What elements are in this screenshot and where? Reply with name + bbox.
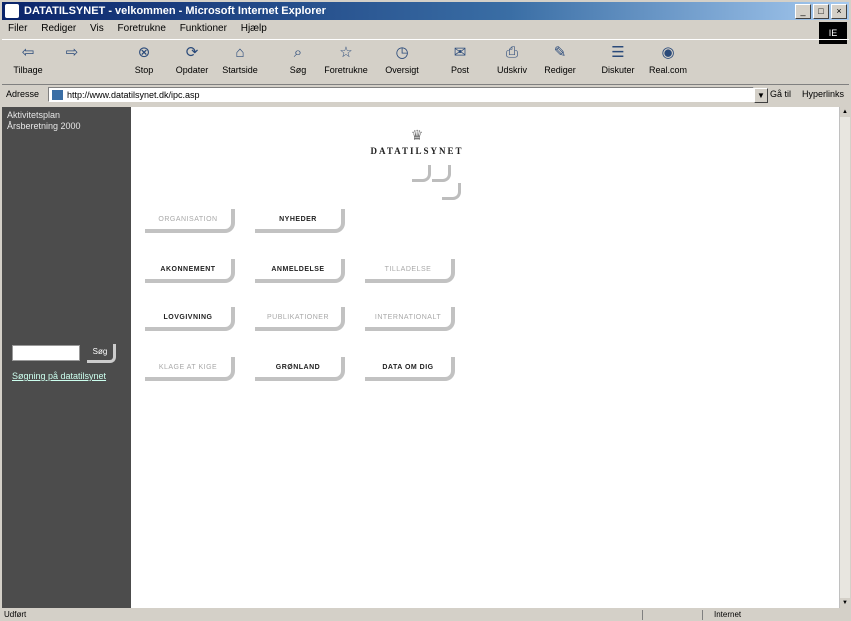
- ie-icon: [5, 4, 19, 18]
- nav-lovgivning[interactable]: LOVGIVNING: [145, 307, 235, 331]
- menu-help[interactable]: Hjælp: [235, 21, 272, 34]
- search-submit-button[interactable]: Søg: [87, 344, 116, 363]
- address-input[interactable]: http://www.datatilsynet.dk/ipc.asp: [48, 87, 754, 102]
- scroll-down-icon[interactable]: ▼: [840, 598, 850, 608]
- discuss-button[interactable]: ☰ Diskuter: [596, 43, 640, 75]
- close-button[interactable]: ×: [831, 4, 847, 19]
- menu-view[interactable]: Vis: [84, 21, 109, 34]
- toolbar: ⇦ Tilbage ⇨ ⊗ Stop ⟳ Opdater ⌂ Startside ⌕ Sø…: [2, 39, 849, 85]
- nav-internationalt[interactable]: INTERNATIONALT: [365, 307, 455, 331]
- search-help-link[interactable]: Søgning på datatilsynet: [12, 371, 106, 381]
- window-title: DATATILSYNET - velkommen - Microsoft Int…: [24, 5, 326, 17]
- nav-anmeldelse[interactable]: ANMELDELSE: [255, 259, 345, 283]
- maximize-button[interactable]: □: [813, 4, 829, 19]
- vertical-scrollbar[interactable]: ▲ ▼: [839, 107, 850, 608]
- stop-button[interactable]: ⊗ Stop: [122, 43, 166, 75]
- scroll-up-icon[interactable]: ▲: [840, 107, 850, 117]
- address-label: Adresse: [6, 89, 40, 99]
- logo-text: DATATILSYNET: [370, 146, 464, 156]
- sidebar-link-aktivitetsplan[interactable]: Aktivitetsplan: [7, 110, 81, 121]
- address-bar: Adresse http://www.datatilsynet.dk/ipc.a…: [2, 85, 849, 105]
- discuss-icon: ☰: [611, 44, 625, 61]
- home-button[interactable]: ⌂ Startside: [218, 43, 262, 75]
- menu-favorites[interactable]: Foretrukne: [112, 21, 171, 34]
- edit-button[interactable]: ✎ Rediger: [538, 43, 582, 75]
- nav-akonnement[interactable]: AKONNEMENT: [145, 259, 235, 283]
- nav-data-om-dig[interactable]: DATA OM DIG: [365, 357, 455, 381]
- forward-button[interactable]: ⇨: [50, 43, 94, 65]
- nav-organisation[interactable]: ORGANISATION: [145, 209, 235, 233]
- mail-icon: ✉: [453, 44, 467, 61]
- nav-tilladelse[interactable]: TILLADELSE: [365, 259, 455, 283]
- stop-icon: ⊗: [137, 44, 151, 61]
- print-button[interactable]: ⎙ Udskriv: [490, 43, 534, 75]
- decorative-corner: [412, 165, 431, 182]
- back-button[interactable]: ⇦ Tilbage: [6, 43, 50, 75]
- nav-groenland[interactable]: GRØNLAND: [255, 357, 345, 381]
- history-button[interactable]: ◷ Oversigt: [380, 43, 424, 75]
- status-divider: [702, 610, 703, 620]
- refresh-button[interactable]: ⟳ Opdater: [170, 43, 214, 75]
- nav-nyheder[interactable]: NYHEDER: [255, 209, 345, 233]
- menu-tools[interactable]: Funktioner: [174, 21, 232, 34]
- refresh-icon: ⟳: [185, 44, 199, 61]
- sidebar-news: Aktivitetsplan Årsberetning 2000: [7, 110, 81, 132]
- menu-file[interactable]: Filer: [2, 21, 32, 34]
- address-url: http://www.datatilsynet.dk/ipc.asp: [67, 90, 200, 100]
- page-content: Aktivitetsplan Årsberetning 2000 Søg Søg…: [2, 107, 839, 608]
- favorites-icon: ☆: [339, 44, 353, 61]
- decorative-corner: [432, 165, 451, 182]
- page-icon: [52, 90, 63, 100]
- minimize-button[interactable]: _: [795, 4, 811, 19]
- security-zone: Internet: [714, 610, 742, 619]
- back-arrow-icon: ⇦: [21, 44, 35, 61]
- go-button[interactable]: Gå til: [770, 89, 791, 99]
- home-icon: ⌂: [235, 44, 245, 61]
- search-button[interactable]: ⌕ Søg: [276, 43, 320, 75]
- realcom-icon: ◉: [661, 44, 675, 61]
- status-text: Udført: [4, 610, 27, 619]
- decorative-corner: [442, 183, 461, 200]
- mail-button[interactable]: ✉ Post: [438, 43, 482, 75]
- history-icon: ◷: [395, 44, 409, 61]
- edit-icon: ✎: [553, 44, 567, 61]
- forward-arrow-icon: ⇨: [65, 44, 79, 61]
- logo: ♛ DATATILSYNET: [352, 127, 482, 156]
- status-bar: Udført Internet: [2, 609, 849, 621]
- search-input[interactable]: [12, 345, 80, 361]
- menu-edit[interactable]: Rediger: [35, 21, 81, 34]
- search-icon: ⌕: [293, 44, 303, 61]
- sidebar-link-aarsberetning[interactable]: Årsberetning 2000: [7, 121, 81, 132]
- links-button[interactable]: Hyperlinks: [802, 89, 844, 99]
- favorites-button[interactable]: ☆ Foretrukne: [324, 43, 368, 75]
- nav-klage[interactable]: KLAGE AT KIGE: [145, 357, 235, 381]
- realcom-button[interactable]: ◉ Real.com: [646, 43, 690, 75]
- print-icon: ⎙: [505, 44, 518, 61]
- title-bar: DATATILSYNET - velkommen - Microsoft Int…: [2, 2, 849, 20]
- browser-window: DATATILSYNET - velkommen - Microsoft Int…: [0, 0, 851, 621]
- address-dropdown-icon[interactable]: ▼: [754, 88, 768, 103]
- sidebar: Aktivitetsplan Årsberetning 2000 Søg Søg…: [2, 107, 131, 608]
- menu-bar: Filer Rediger Vis Foretrukne Funktioner …: [2, 21, 849, 38]
- status-divider: [642, 610, 643, 620]
- crown-icon: ♛: [410, 127, 424, 143]
- nav-publikationer[interactable]: PUBLIKATIONER: [255, 307, 345, 331]
